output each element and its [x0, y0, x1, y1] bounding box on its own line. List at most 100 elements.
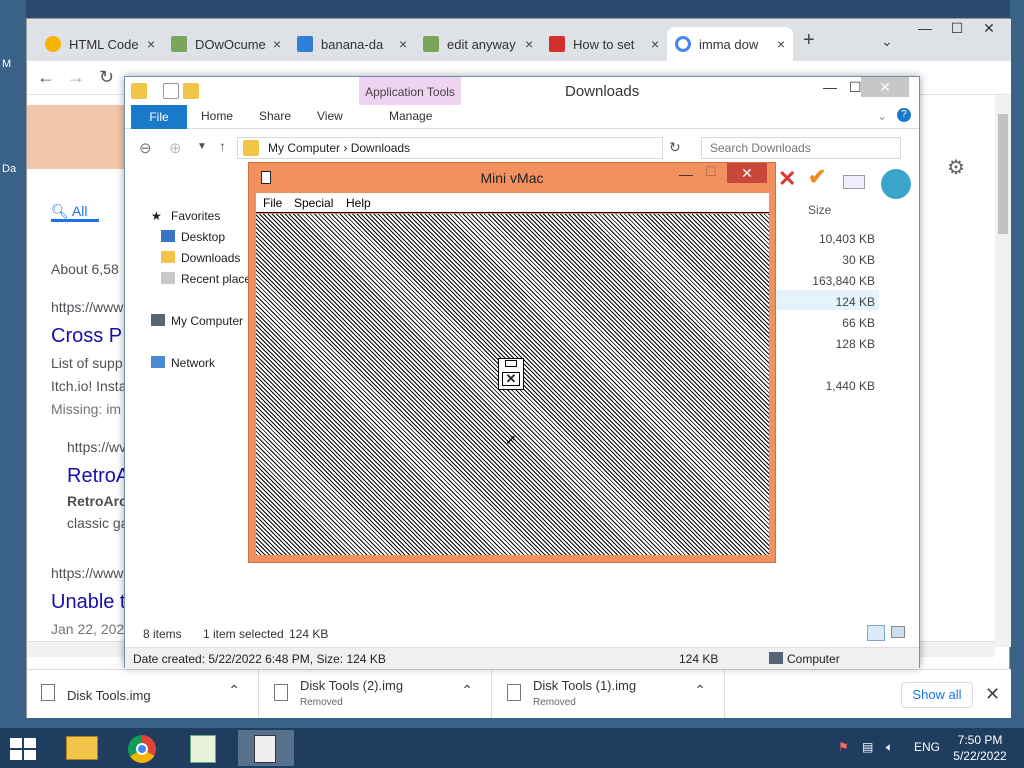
- clock[interactable]: 7:50 PM 5/22/2022: [944, 732, 1016, 764]
- size-column-header[interactable]: Size: [808, 203, 831, 217]
- new-folder-icon[interactable]: [183, 83, 199, 99]
- desktop-edge-left: [0, 0, 26, 728]
- chevron-down-icon[interactable]: ⌄: [877, 109, 887, 123]
- gear-icon[interactable]: ⚙: [947, 155, 965, 180]
- tab-all[interactable]: 🔍︎ All: [51, 203, 87, 220]
- scrollbar-thumb[interactable]: [998, 114, 1008, 234]
- checkmark-icon[interactable]: ✔: [808, 164, 826, 190]
- taskbar-notepadpp[interactable]: [176, 730, 232, 766]
- nav-recent-places[interactable]: Recent place: [181, 272, 251, 286]
- taskbar-chrome[interactable]: [114, 730, 170, 766]
- result-title[interactable]: Cross P: [51, 325, 122, 348]
- close-button[interactable]: ✕: [971, 19, 1007, 39]
- tab[interactable]: banana-da ×: [289, 27, 415, 61]
- search-input[interactable]: Search Downloads: [701, 137, 901, 159]
- show-all-button[interactable]: Show all: [901, 682, 973, 708]
- minimize-button[interactable]: —: [823, 79, 837, 95]
- menu-help[interactable]: Help: [346, 196, 371, 210]
- details-view-icon[interactable]: [867, 625, 885, 641]
- close-button[interactable]: ✕: [727, 163, 767, 183]
- maximize-button[interactable]: ☐: [939, 19, 975, 39]
- volume-mute-icon[interactable]: 🔈︎: [886, 740, 893, 755]
- network-icon[interactable]: ▤: [862, 740, 873, 754]
- tab-search-button[interactable]: ⌄: [881, 33, 893, 50]
- application-tools-tab[interactable]: Application Tools: [359, 77, 461, 105]
- ribbon-tab-home[interactable]: Home: [201, 109, 233, 123]
- maximize-button[interactable]: ☐: [849, 79, 862, 96]
- recent-locations-chevron-icon[interactable]: ▼: [197, 141, 207, 152]
- ribbon-tab-view[interactable]: View: [317, 109, 343, 123]
- flag-icon[interactable]: ⚑: [838, 740, 849, 754]
- explorer-titlebar[interactable]: [125, 77, 919, 105]
- download-item[interactable]: Disk Tools.img ⌃: [27, 670, 259, 720]
- drive-icon[interactable]: [843, 175, 865, 189]
- file-size: 163,840 KB: [812, 274, 875, 288]
- download-item[interactable]: Disk Tools (2).img Removed ⌃: [260, 670, 492, 720]
- tab-close-icon[interactable]: ×: [399, 36, 407, 52]
- taskbar-minivmac[interactable]: [238, 730, 294, 766]
- menu-special[interactable]: Special: [294, 196, 333, 210]
- back-button[interactable]: ⊖: [139, 139, 152, 157]
- nav-favorites[interactable]: Favorites: [171, 209, 220, 223]
- result-title[interactable]: RetroA: [67, 465, 129, 488]
- address-segment-downloads[interactable]: Downloads: [351, 141, 410, 155]
- address-segment-computer[interactable]: My Computer: [268, 141, 340, 155]
- ribbon-tab-share[interactable]: Share: [259, 109, 291, 123]
- reload-button[interactable]: ↻: [99, 67, 114, 88]
- nav-desktop[interactable]: Desktop: [181, 230, 225, 244]
- tab[interactable]: edit anyway ×: [415, 27, 541, 61]
- tab-close-icon[interactable]: ×: [777, 36, 785, 52]
- minimize-button[interactable]: —: [679, 166, 693, 182]
- close-downloads-bar-button[interactable]: ✕: [985, 684, 1000, 705]
- tab-underline: [51, 219, 99, 222]
- address-input[interactable]: My Computer › Downloads: [237, 137, 663, 159]
- properties-icon[interactable]: [163, 83, 179, 99]
- forward-button[interactable]: ⊕: [169, 139, 182, 157]
- result-url[interactable]: https://www: [51, 299, 123, 315]
- close-button[interactable]: ✕: [861, 77, 909, 97]
- delete-icon[interactable]: ✕: [778, 166, 796, 192]
- tab-close-icon[interactable]: ×: [651, 36, 659, 52]
- back-button[interactable]: ←: [37, 67, 55, 88]
- forward-button[interactable]: →: [67, 67, 85, 88]
- result-title[interactable]: Unable t: [51, 591, 126, 614]
- help-icon[interactable]: ?: [897, 108, 911, 122]
- large-icons-view-icon[interactable]: [891, 626, 905, 638]
- tab-active[interactable]: imma dow ×: [667, 27, 794, 61]
- maximize-button[interactable]: ☐: [705, 164, 717, 180]
- nav-network[interactable]: Network: [171, 356, 215, 370]
- up-button[interactable]: ↑: [219, 138, 226, 154]
- tab[interactable]: HTML Code ×: [37, 27, 163, 61]
- navigation-pane: ★ Favorites Desktop Downloads Recent pla…: [131, 197, 251, 617]
- minimize-button[interactable]: —: [907, 19, 943, 39]
- tab[interactable]: How to set ×: [541, 27, 667, 61]
- download-item[interactable]: Disk Tools (1).img Removed ⌃: [493, 670, 725, 720]
- result-url[interactable]: https://www: [51, 565, 123, 581]
- desktop-edge-right: [1010, 0, 1024, 728]
- refresh-button[interactable]: ↻: [669, 139, 681, 156]
- new-tab-button[interactable]: +: [803, 29, 815, 52]
- doodle-logo[interactable]: [27, 105, 125, 169]
- tab-close-icon[interactable]: ×: [525, 36, 533, 52]
- language-indicator[interactable]: ENG: [914, 740, 940, 754]
- nav-my-computer[interactable]: My Computer: [171, 314, 243, 328]
- menu-file[interactable]: File: [263, 196, 282, 210]
- windows-start-icon[interactable]: [10, 738, 36, 760]
- desktop-label[interactable]: Da: [2, 163, 16, 175]
- result-url[interactable]: https://wv: [67, 439, 126, 455]
- ribbon-tab-file[interactable]: File: [131, 105, 187, 129]
- downloads-folder-icon: [161, 251, 175, 263]
- nav-downloads[interactable]: Downloads: [181, 251, 240, 265]
- address-separator[interactable]: ›: [343, 141, 347, 155]
- chevron-up-icon[interactable]: ⌃: [228, 682, 240, 699]
- ribbon-tab-manage[interactable]: Manage: [389, 109, 432, 123]
- tab-close-icon[interactable]: ×: [147, 36, 155, 52]
- chevron-up-icon[interactable]: ⌃: [694, 682, 706, 699]
- globe-icon[interactable]: [881, 169, 911, 199]
- desktop-edge-bottom: [0, 718, 1024, 728]
- chevron-up-icon[interactable]: ⌃: [461, 682, 473, 699]
- desktop-label[interactable]: M: [2, 58, 11, 70]
- tab-close-icon[interactable]: ×: [273, 36, 281, 52]
- taskbar-explorer[interactable]: [54, 730, 110, 766]
- tab[interactable]: DOwOcume ×: [163, 27, 289, 61]
